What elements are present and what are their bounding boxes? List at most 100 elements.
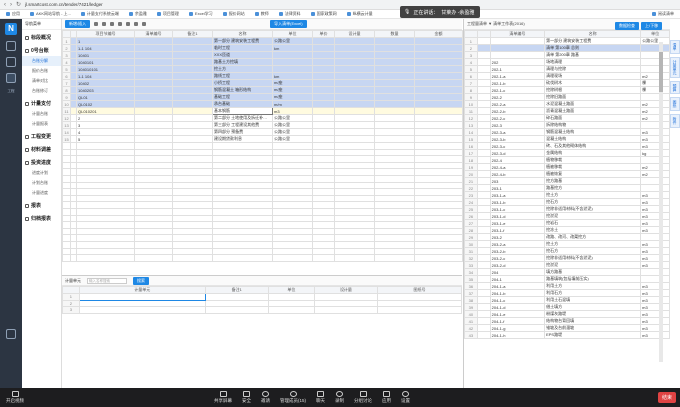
- bill-unit-cell[interactable]: m3: [640, 212, 670, 220]
- video-toggle[interactable]: 开启视频: [6, 391, 24, 404]
- data-check-button[interactable]: 数据检查: [615, 22, 639, 30]
- bill-code-cell[interactable]: 203-1-a: [489, 191, 546, 199]
- value-cell[interactable]: [414, 100, 463, 108]
- bill-name-cell[interactable]: 利用石方: [544, 289, 642, 297]
- value-cell[interactable]: [374, 51, 415, 59]
- bill-row[interactable]: 33 203-2-d 挖淤泥 m3: [464, 261, 670, 269]
- bookmark-price[interactable]: 报价网站: [222, 11, 245, 17]
- bill-unit-cell[interactable]: m2: [640, 163, 670, 171]
- nav-item-revise[interactable]: 台账修订: [22, 86, 61, 96]
- bill-name-cell[interactable]: 场地清理: [544, 58, 642, 66]
- bill-name-cell[interactable]: 沥青混凝土路面: [544, 107, 642, 115]
- table-row[interactable]: 4 1040101 路基土方挖填: [62, 58, 463, 66]
- remark-cell[interactable]: [172, 79, 213, 87]
- bill-row[interactable]: 8 202-1-c 挖除树根棵: [464, 86, 670, 94]
- bill-row[interactable]: 5 202-1 清理与挖除: [464, 65, 670, 73]
- bill-code-cell[interactable]: 202-4-b: [489, 170, 546, 178]
- item-code-cell[interactable]: 1-1 104: [76, 44, 135, 52]
- bill-row[interactable]: 15 202-3-b 混凝土结构 m3: [464, 135, 670, 143]
- bill-name-cell[interactable]: 钢筋混凝土结构: [544, 128, 642, 136]
- value-cell[interactable]: [414, 58, 463, 66]
- value-cell[interactable]: [374, 135, 415, 143]
- value-cell[interactable]: [374, 114, 415, 122]
- bill-unit-cell[interactable]: m2: [640, 170, 670, 178]
- value-cell[interactable]: [334, 72, 375, 80]
- table-row[interactable]: 6 1-1 104 路线工程 km: [62, 72, 463, 80]
- nav-item-bid-ledger[interactable]: 报价台账: [22, 66, 61, 76]
- bookmark-apps[interactable]: 应用: [6, 11, 20, 17]
- bill-code-cell[interactable]: 203-1-f: [489, 226, 546, 234]
- item-code-cell[interactable]: 1040101: [76, 58, 135, 66]
- value-cell[interactable]: [374, 79, 415, 87]
- measure-column-header[interactable]: 单位: [267, 286, 315, 294]
- bill-row[interactable]: 24 203-1-b 挖石方 m3: [464, 198, 670, 206]
- side-tab-attachment[interactable]: 附件: [670, 114, 680, 128]
- bill-name-cell[interactable]: 挖除旧路面: [544, 93, 642, 101]
- bill-name-cell[interactable]: 结构物台背回填: [544, 317, 642, 325]
- bookmark-project[interactable]: 项目管理: [156, 11, 179, 17]
- bill-unit-cell[interactable]: m2: [640, 72, 670, 80]
- bill-row[interactable]: 36 204-1-a 利用土方 m3: [464, 282, 670, 290]
- bill-name-cell[interactable]: 挖除非适用材料(不含淤泥): [544, 254, 642, 262]
- end-meeting-button[interactable]: 结束: [657, 392, 676, 403]
- bill-row[interactable]: 13 202-3 拆除结构物: [464, 121, 670, 129]
- bill-code-cell[interactable]: [134, 65, 173, 73]
- column-header[interactable]: 设计量: [334, 30, 375, 38]
- bill-unit-cell[interactable]: [640, 177, 670, 185]
- bill-unit-cell[interactable]: m3: [640, 205, 670, 213]
- value-cell[interactable]: [334, 114, 375, 122]
- remark-cell[interactable]: [172, 44, 213, 52]
- value-cell[interactable]: [312, 100, 335, 108]
- move-up-icon[interactable]: [102, 22, 107, 26]
- column-header[interactable]: 清单编号: [134, 30, 173, 38]
- unit-cell[interactable]: m/座: [272, 79, 313, 87]
- bill-code-cell[interactable]: 202-3-d: [489, 149, 546, 157]
- measure-column-header[interactable]: 设计量: [313, 286, 378, 294]
- item-code-cell[interactable]: 10402: [76, 79, 135, 87]
- unit-cell[interactable]: m/座: [272, 86, 313, 94]
- bill-name-cell[interactable]: 挖岩石: [544, 219, 642, 227]
- import-excel-button[interactable]: 导入清单(Excel): [270, 20, 307, 28]
- side-tab-unit[interactable]: 计量单元: [670, 56, 680, 78]
- remark-cell[interactable]: [172, 121, 213, 129]
- column-header[interactable]: 项目节编号: [76, 30, 135, 38]
- bill-row[interactable]: 9 202-2 挖除旧路面: [464, 93, 670, 101]
- unit-cell[interactable]: 公路公里: [272, 121, 313, 129]
- value-cell[interactable]: [312, 114, 335, 122]
- bill-code-cell[interactable]: [134, 121, 173, 129]
- nav-item-measure-report[interactable]: 计量报表: [22, 119, 61, 129]
- bill-row[interactable]: 41 204-1-f 结构物台背回填 m3: [464, 317, 670, 325]
- unit-cell[interactable]: km: [272, 44, 313, 52]
- bill-code-cell[interactable]: [134, 135, 173, 143]
- bill-unit-cell[interactable]: m3: [640, 128, 670, 136]
- section-icon[interactable]: [6, 57, 16, 67]
- paste-icon[interactable]: [142, 22, 147, 26]
- bill-code-cell[interactable]: 204-1-a: [489, 282, 546, 290]
- bill-unit-cell[interactable]: m3: [640, 191, 670, 199]
- value-cell[interactable]: [374, 100, 415, 108]
- name-cell[interactable]: 承台基础: [212, 100, 273, 108]
- bill-unit-cell[interactable]: m3: [640, 219, 670, 227]
- bill-code-cell[interactable]: [134, 100, 173, 108]
- bill-row[interactable]: 27 203-1-e 挖岩石 m3: [464, 219, 670, 227]
- unit-cell[interactable]: 公路公里: [272, 128, 313, 136]
- measure-cell[interactable]: [78, 293, 206, 301]
- value-cell[interactable]: [374, 121, 415, 129]
- value-cell[interactable]: [334, 86, 375, 94]
- bill-name-cell[interactable]: 清单 第100章 总则: [544, 44, 642, 52]
- value-cell[interactable]: [374, 65, 415, 73]
- bookmark-teacher[interactable]: 教师: [254, 11, 269, 17]
- table-row[interactable]: 2 1-1 104 临时工程 km: [62, 44, 463, 52]
- measure-cell[interactable]: [313, 306, 378, 314]
- bill-row[interactable]: 29 203-2 改路、改河、改渠挖方: [464, 233, 670, 241]
- bill-row[interactable]: 20 202-4-b 植被恢复 m2: [464, 170, 670, 178]
- bill-row[interactable]: 30 203-2-a 挖土方 m3: [464, 240, 670, 248]
- value-cell[interactable]: [334, 93, 375, 101]
- bill-name-cell[interactable]: 粉煤灰路堤: [544, 310, 642, 318]
- bill-row[interactable]: 1 第一部分 建筑安装工程费 公路公里: [464, 37, 670, 45]
- move-button[interactable]: 上/下移: [641, 22, 663, 30]
- value-cell[interactable]: [374, 72, 415, 80]
- bill-unit-cell[interactable]: m2: [640, 114, 670, 122]
- measure-cell[interactable]: [204, 293, 269, 301]
- bill-code-cell[interactable]: 202-3-a: [489, 128, 546, 136]
